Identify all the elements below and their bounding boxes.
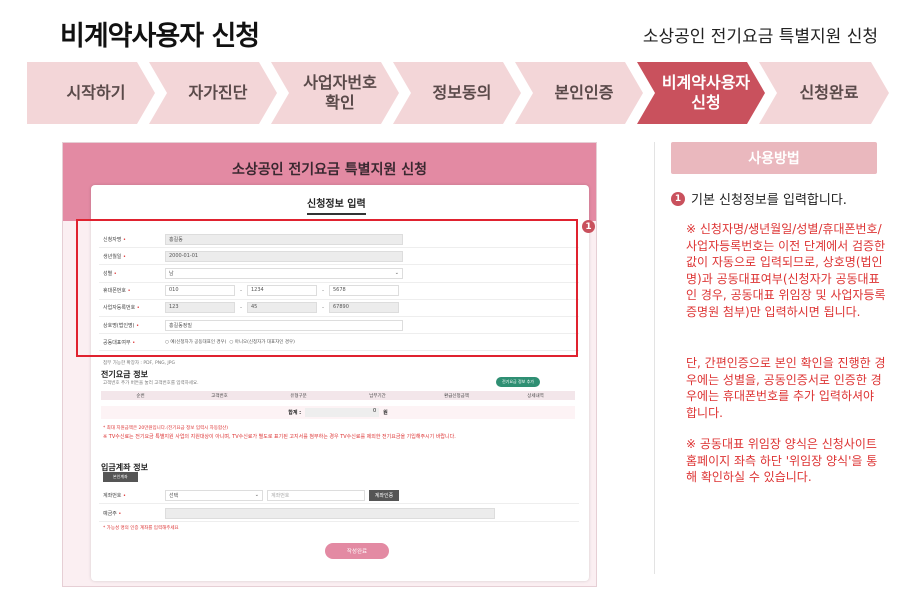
electricity-section-title: 전기요금 정보 — [101, 370, 148, 379]
form-row-holder: 예금주 • — [99, 505, 579, 523]
tab-own-account[interactable]: 본인계좌 — [103, 472, 138, 482]
step-consent: 정보동의 — [393, 62, 521, 124]
holder-label: 예금주 — [103, 510, 117, 517]
guide-note-autofill: ※ 신청자명/생년월일/성별/휴대폰번호/사업자등록번호는 이전 단계에서 검증… — [686, 222, 886, 319]
account-label: 계좌번호 — [103, 492, 122, 499]
guide-note-poa-form: ※ 공동대표 위임장 양식은 신청사이트 홈페이지 좌측 하단 '위임장 양식'… — [686, 437, 878, 484]
page-subtitle: 소상공인 전기요금 특별지원 신청 — [642, 27, 878, 47]
step-progress: 시작하기 자가진단 사업자번호 확인 정보동의 본인인증 비계약사용자 신청 신… — [27, 62, 889, 124]
bank-select[interactable]: 선택 ⌄ — [165, 489, 263, 501]
electricity-sum-row: 합계 : 0 원 — [101, 406, 575, 419]
electricity-note: 고객번호 추가 버튼을 눌러 고객번호를 입력하세요. — [103, 381, 199, 386]
col-detail: 상세내역 — [527, 393, 544, 399]
sum-value: 0 — [305, 408, 380, 417]
step-number-badge: 1 — [671, 191, 685, 206]
col-type: 유형구분 — [290, 393, 307, 399]
sum-unit: 원 — [383, 410, 388, 416]
step-self-diagnosis: 자가진단 — [149, 62, 277, 124]
step-non-contract-application: 비계약사용자 신청 — [637, 62, 765, 124]
step-complete: 신청완료 — [759, 62, 889, 124]
page-title: 비계약사용자 신청 — [60, 21, 260, 52]
add-electricity-button[interactable]: 전기요금 정보 추가 — [496, 377, 540, 387]
col-index: 순번 — [136, 393, 145, 399]
guide-note-extra-input: 단, 간편인증으로 본인 확인을 진행한 경우에는 성별을, 공동인증서로 인증… — [686, 356, 886, 420]
guide-step-1: 1 기본 신청정보를 입력합니다. — [671, 189, 847, 208]
step-business-number: 사업자번호 확인 — [271, 62, 399, 124]
electricity-table-header: 순번 고객번호 유형구분 납부기간 환급신청금액 상세내역 — [101, 391, 575, 400]
col-customer-number: 고객번호 — [211, 393, 228, 399]
max-support-note: * 최대 지원금액은 20만원입니다.(전기요금 정보 입력시 자동합산) — [103, 426, 228, 431]
sum-label: 합계 : — [288, 410, 302, 416]
usage-guide-heading: 사용방법 — [671, 142, 877, 174]
step-start: 시작하기 — [27, 62, 155, 124]
file-extension-note: 첨부 가능한 확장자 : PDF, PNG, JPG — [103, 361, 175, 366]
chevron-down-icon: ⌄ — [254, 491, 259, 498]
account-number-input[interactable]: 계좌번호 — [267, 489, 365, 501]
submit-button[interactable]: 작성완료 — [325, 543, 389, 559]
col-refund-amount: 환급신청금액 — [444, 393, 469, 399]
guide-step-text: 기본 신청정보를 입력합니다. — [691, 193, 847, 208]
form-row-account: 계좌번호 • 선택 ⌄ 계좌번호 계좌인증 — [99, 487, 579, 505]
tv-fee-note: ※ TV수신료는 전기요금 특별지원 사업의 지원대상이 아니며, TV수신료가… — [103, 434, 456, 440]
divider — [654, 142, 655, 574]
form-screenshot: 소상공인 전기요금 특별지원 신청 신청정보 입력 신청자명 • 홍길동 생년월… — [62, 142, 597, 587]
step-verification: 본인인증 — [515, 62, 643, 124]
highlight-basic-info — [76, 219, 578, 357]
bank-note: * 가능성 명의 인증 계좌를 입력해주세요 — [103, 526, 179, 531]
account-holder-field[interactable] — [165, 507, 495, 519]
step-badge-1: 1 — [582, 220, 595, 233]
verify-account-button[interactable]: 계좌인증 — [369, 489, 399, 501]
col-period: 납부기간 — [369, 393, 386, 399]
tab-application-info[interactable]: 신청정보 입력 — [307, 195, 366, 215]
